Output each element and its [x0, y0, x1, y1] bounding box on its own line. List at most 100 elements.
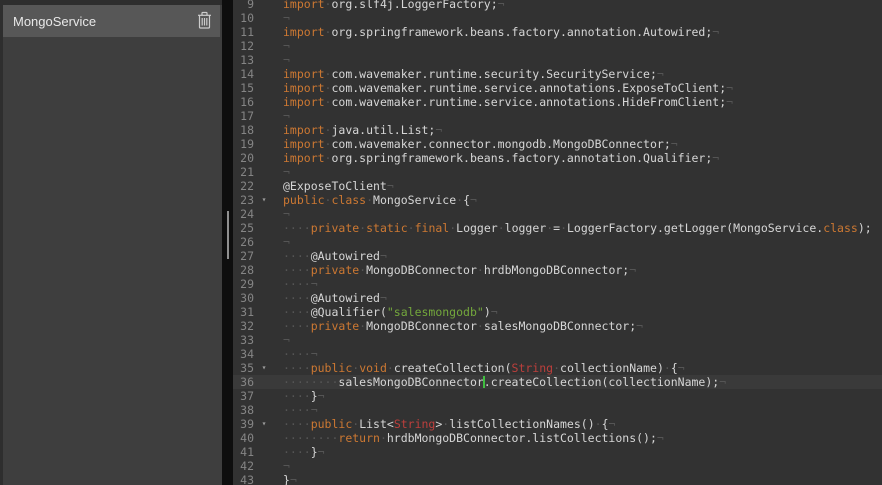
code-text: ¬	[283, 39, 290, 53]
code-text: ····}¬	[283, 445, 325, 459]
code-line-36[interactable]: 36········salesMongoDBConnector.createCo…	[233, 375, 882, 389]
code-text: ····public·void·createCollection(String·…	[283, 361, 685, 375]
code-text: ····¬	[283, 347, 318, 361]
line-number: 22	[233, 179, 254, 193]
code-line-41[interactable]: 41 ····}¬	[233, 445, 882, 459]
code-line-43[interactable]: 43 }¬	[233, 473, 882, 485]
line-number: 27	[233, 249, 254, 263]
code-line-12[interactable]: 12 ¬	[233, 39, 882, 53]
code-line-40[interactable]: 40 ········return·hrdbMongoDBConnector.li…	[233, 431, 882, 445]
code-text: import·com.wavemaker.runtime.security.Se…	[283, 67, 664, 81]
code-line-13[interactable]: 13¬	[233, 53, 882, 67]
code-text: ¬	[283, 333, 290, 347]
code-text: ¬	[283, 207, 290, 221]
code-text: ¬	[283, 11, 290, 25]
line-number: 26	[233, 235, 254, 249]
code-line-27[interactable]: 27 ····@Autowired¬	[233, 249, 882, 263]
service-list-item-mongoservice[interactable]: MongoService	[3, 5, 220, 37]
code-text: import·com.wavemaker.runtime.service.ann…	[283, 95, 733, 109]
line-number: 18	[233, 123, 254, 137]
code-text: @ExposeToClient¬	[283, 179, 394, 193]
line-number: 31	[233, 305, 254, 319]
code-text: import·java.util.List;¬	[283, 123, 442, 137]
code-line-34[interactable]: 34 ····¬	[233, 347, 882, 361]
line-number: 15	[233, 81, 254, 95]
code-text: ····@Autowired¬	[283, 249, 387, 263]
code-line-17[interactable]: 17¬	[233, 109, 882, 123]
line-number: 40	[233, 431, 254, 445]
line-number: 20	[233, 151, 254, 165]
code-line-25[interactable]: 25····private·static·final·Logger·logger…	[233, 221, 882, 235]
delete-service-button[interactable]	[197, 11, 220, 32]
code-line-9[interactable]: 9import·org.slf4j.LoggerFactory;¬	[233, 0, 882, 11]
fold-arrow-icon[interactable]: ▾	[258, 417, 270, 431]
code-text: ········return·hrdbMongoDBConnector.list…	[283, 431, 664, 445]
code-line-16[interactable]: 16 import·com.wavemaker.runtime.service.a…	[233, 95, 882, 109]
code-line-31[interactable]: 31 ····@Qualifier("salesmongodb")¬	[233, 305, 882, 319]
code-line-29[interactable]: 29····¬	[233, 277, 882, 291]
line-number: 42	[233, 459, 254, 473]
code-text: ¬	[283, 459, 290, 473]
line-number: 43	[233, 473, 254, 485]
code-text: import·org.slf4j.LoggerFactory;¬	[283, 0, 505, 11]
services-sidebar: MongoService	[0, 0, 222, 485]
line-number: 14	[233, 67, 254, 81]
code-line-37[interactable]: 37····}¬	[233, 389, 882, 403]
code-line-19[interactable]: 19import·com.wavemaker.connector.mongodb…	[233, 137, 882, 151]
panel-splitter[interactable]	[222, 0, 233, 485]
sidebar-scrollbar-thumb[interactable]	[227, 211, 229, 259]
code-line-20[interactable]: 20import·org.springframework.beans.facto…	[233, 151, 882, 165]
code-line-24[interactable]: 24 ¬	[233, 207, 882, 221]
code-line-35[interactable]: 35 ▾ ····public·void·createCollection(Stri…	[233, 361, 882, 375]
service-name-label: MongoService	[3, 14, 197, 29]
code-line-42[interactable]: 42 ¬	[233, 459, 882, 473]
line-number: 28	[233, 263, 254, 277]
code-line-18[interactable]: 18 import·java.util.List;¬	[233, 123, 882, 137]
code-line-23[interactable]: 23 ▾ public·class·MongoService·{¬	[233, 193, 882, 207]
line-number: 17	[233, 109, 254, 123]
code-text: ········salesMongoDBConnector.createColl…	[283, 375, 726, 389]
line-number: 39	[233, 417, 254, 431]
line-number: 32	[233, 319, 254, 333]
trash-icon	[197, 11, 212, 32]
code-line-10[interactable]: 10 ¬	[233, 11, 882, 25]
code-lines: 9import·org.slf4j.LoggerFactory;¬10¬11im…	[233, 0, 882, 485]
line-number: 24	[233, 207, 254, 221]
code-line-26[interactable]: 26¬	[233, 235, 882, 249]
fold-arrow-icon[interactable]: ▾	[258, 361, 270, 375]
code-text: public·class·MongoService·{¬	[283, 193, 477, 207]
code-text: ····private·static·final·Logger·logger·=…	[283, 221, 872, 235]
line-number: 10	[233, 11, 254, 25]
code-line-28[interactable]: 28····private·MongoDBConnector·hrdbMongo…	[233, 263, 882, 277]
code-line-38[interactable]: 38····¬	[233, 403, 882, 417]
code-editor[interactable]: 9import·org.slf4j.LoggerFactory;¬10¬11im…	[233, 0, 882, 485]
line-number: 23	[233, 193, 254, 207]
line-number: 33	[233, 333, 254, 347]
code-line-14[interactable]: 14 import·com.wavemaker.runtime.security.…	[233, 67, 882, 81]
code-text: ····@Qualifier("salesmongodb")¬	[283, 305, 498, 319]
line-number: 12	[233, 39, 254, 53]
code-text: import·org.springframework.beans.factory…	[283, 25, 719, 39]
line-number: 41	[233, 445, 254, 459]
code-line-15[interactable]: 15import·com.wavemaker.runtime.service.a…	[233, 81, 882, 95]
code-line-39[interactable]: 39 ▾ ····public·List<String>·listCollectio…	[233, 417, 882, 431]
code-line-32[interactable]: 32 ····private·MongoDBConnector·salesMong…	[233, 319, 882, 333]
code-line-22[interactable]: 22 @ExposeToClient¬	[233, 179, 882, 193]
code-text: ····@Autowired¬	[283, 291, 387, 305]
line-number: 34	[233, 347, 254, 361]
code-line-30[interactable]: 30 ····@Autowired¬	[233, 291, 882, 305]
line-number: 16	[233, 95, 254, 109]
line-number: 21	[233, 165, 254, 179]
code-text: }¬	[283, 473, 297, 485]
code-line-21[interactable]: 21¬	[233, 165, 882, 179]
code-line-33[interactable]: 33 ¬	[233, 333, 882, 347]
code-text: ····public·List<String>·listCollectionNa…	[283, 417, 615, 431]
line-number: 30	[233, 291, 254, 305]
line-number: 37	[233, 389, 254, 403]
code-text: ····¬	[283, 277, 318, 291]
code-text: ····private·MongoDBConnector·salesMongoD…	[283, 319, 643, 333]
fold-arrow-icon[interactable]: ▾	[258, 193, 270, 207]
code-line-11[interactable]: 11import·org.springframework.beans.facto…	[233, 25, 882, 39]
line-number: 35	[233, 361, 254, 375]
code-text: ¬	[283, 53, 290, 67]
